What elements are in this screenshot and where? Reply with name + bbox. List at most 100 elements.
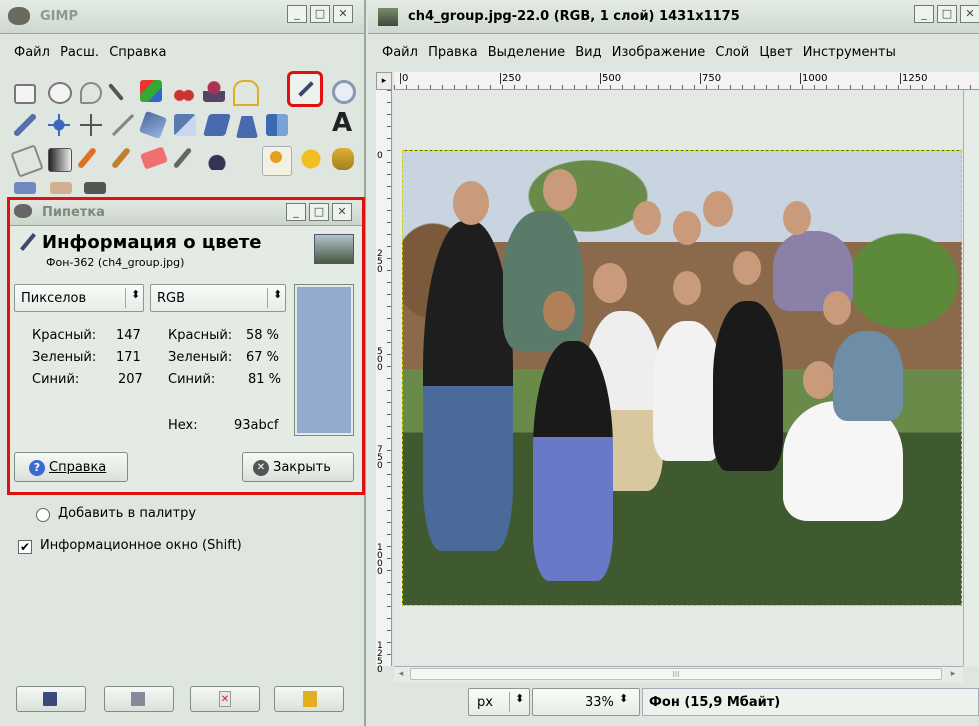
ruler-h-label: 500 xyxy=(600,73,622,84)
close-button[interactable]: ✕ xyxy=(960,5,979,23)
group-photo[interactable] xyxy=(402,150,962,606)
minimize-button[interactable]: _ xyxy=(286,203,306,221)
color-picker-icon xyxy=(20,233,36,251)
text-icon[interactable]: A xyxy=(332,110,354,136)
menu-edit[interactable]: Правка xyxy=(428,45,477,60)
menu-color[interactable]: Цвет xyxy=(759,45,792,60)
add-to-palette-radio[interactable] xyxy=(36,508,50,522)
ruler-h-label: 1250 xyxy=(900,73,928,84)
gimp-logo-icon xyxy=(8,7,30,25)
info-window-checkbox[interactable]: ✔ xyxy=(18,540,32,554)
restore-options-button[interactable] xyxy=(104,686,174,712)
crop-icon[interactable] xyxy=(112,114,134,136)
image-menubar: Файл Правка Выделение Вид Изображение Сл… xyxy=(382,45,979,65)
gimp-logo-icon xyxy=(14,204,32,218)
convolve-icon[interactable] xyxy=(84,182,106,194)
magic-wand-icon[interactable] xyxy=(108,83,124,101)
vertical-scrollbar[interactable] xyxy=(963,90,979,666)
scroll-right-icon[interactable]: ▸ xyxy=(946,667,960,681)
green-pct-label: Зеленый: xyxy=(168,350,233,365)
smudge-icon[interactable] xyxy=(14,182,36,194)
person-black-shirt xyxy=(423,221,513,551)
scroll-thumb[interactable]: III xyxy=(410,668,942,680)
bucket-fill-icon[interactable] xyxy=(10,144,44,178)
image-titlebar[interactable]: ch4_group.jpg-22.0 (RGB, 1 слой) 1431x11… xyxy=(368,0,979,34)
move-icon[interactable] xyxy=(48,114,70,136)
ink-icon[interactable] xyxy=(206,148,228,170)
person-head xyxy=(703,191,733,227)
mode-select-right[interactable]: RGB ⬍ xyxy=(150,284,286,312)
color-picker-titlebar[interactable]: Пипетка _ □ ✕ xyxy=(10,200,362,226)
delete-icon: ✕ xyxy=(219,691,231,707)
spin-arrows-icon: ⬍ xyxy=(267,288,282,308)
red-label: Красный: xyxy=(32,328,97,343)
person-black-dress xyxy=(713,301,783,471)
align-icon[interactable] xyxy=(80,114,102,136)
scissors-icon[interactable] xyxy=(173,80,195,102)
clone-icon[interactable] xyxy=(262,146,292,176)
rect-select-icon[interactable] xyxy=(14,84,36,104)
menu-select[interactable]: Выделение xyxy=(488,45,565,60)
vertical-ruler[interactable]: 0 250 500 750 1000 1250 xyxy=(376,90,392,675)
minimize-button[interactable]: _ xyxy=(287,5,307,23)
paintbrush-icon[interactable] xyxy=(110,146,132,170)
horizontal-ruler[interactable]: 0 250 500 750 1000 1250 xyxy=(394,72,979,90)
unit-select[interactable]: px ⬍ xyxy=(468,688,530,716)
zoom-select[interactable]: 33% ⬍ xyxy=(532,688,640,716)
dodge-burn-icon[interactable] xyxy=(50,182,72,194)
toolbox-titlebar[interactable]: GIMP _ □ ✕ xyxy=(0,0,364,34)
foreground-select-icon[interactable] xyxy=(203,80,225,102)
paths-icon[interactable] xyxy=(233,80,259,106)
airbrush-icon[interactable] xyxy=(172,147,193,169)
perspective-icon[interactable] xyxy=(236,116,258,138)
flip-icon[interactable] xyxy=(266,114,288,136)
close-dialog-button[interactable]: ✕ Закрыть xyxy=(242,452,354,482)
save-options-button[interactable] xyxy=(16,686,86,712)
scroll-left-icon[interactable]: ◂ xyxy=(394,667,408,681)
shear-icon[interactable] xyxy=(203,114,231,136)
perspective-clone-icon[interactable] xyxy=(332,148,354,170)
person-head xyxy=(733,251,761,285)
maximize-button[interactable]: □ xyxy=(937,5,957,23)
close-button[interactable]: ✕ xyxy=(333,5,353,23)
scale-icon[interactable] xyxy=(174,114,196,136)
reset-options-button[interactable] xyxy=(274,686,344,712)
menu-view[interactable]: Вид xyxy=(575,45,601,60)
zoom-icon[interactable] xyxy=(332,80,356,104)
horizontal-scrollbar[interactable]: ◂ III ▸ xyxy=(394,666,963,682)
minimize-button[interactable]: _ xyxy=(914,5,934,23)
close-icon: ✕ xyxy=(253,460,269,476)
rotate-icon[interactable] xyxy=(138,110,168,140)
heal-icon[interactable] xyxy=(300,148,322,170)
select-by-color-icon[interactable] xyxy=(140,80,162,102)
person-head xyxy=(823,291,851,325)
blend-icon[interactable] xyxy=(48,148,72,172)
delete-options-button[interactable]: ✕ xyxy=(190,686,260,712)
color-swatch xyxy=(294,284,354,436)
menu-tools[interactable]: Инструменты xyxy=(803,45,896,60)
menu-layer[interactable]: Слой xyxy=(715,45,749,60)
menu-help[interactable]: Справка xyxy=(109,45,166,60)
measure-icon[interactable] xyxy=(14,114,36,136)
menu-file[interactable]: Файл xyxy=(14,45,50,60)
menu-extensions[interactable]: Расш. xyxy=(60,45,99,60)
info-window-label: Информационное окно (Shift) xyxy=(40,538,242,553)
menu-file[interactable]: Файл xyxy=(382,45,418,60)
eraser-icon[interactable] xyxy=(139,146,169,170)
ruler-corner[interactable]: ▸ xyxy=(376,72,392,90)
lasso-icon[interactable] xyxy=(80,82,102,104)
spin-arrows-icon: ⬍ xyxy=(125,288,140,308)
pencil-icon[interactable] xyxy=(76,146,98,170)
menu-image[interactable]: Изображение xyxy=(612,45,705,60)
ellipse-select-icon[interactable] xyxy=(48,82,72,104)
help-button[interactable]: ? Справка xyxy=(14,452,128,482)
mode-select-left[interactable]: Пикселов ⬍ xyxy=(14,284,144,312)
maximize-button[interactable]: □ xyxy=(309,203,329,221)
close-button[interactable]: ✕ xyxy=(332,203,352,221)
restore-icon xyxy=(131,692,145,706)
person-head xyxy=(633,201,661,235)
help-icon: ? xyxy=(29,460,45,476)
canvas-area[interactable] xyxy=(394,90,979,666)
color-picker-icon[interactable] xyxy=(287,71,323,107)
maximize-button[interactable]: □ xyxy=(310,5,330,23)
